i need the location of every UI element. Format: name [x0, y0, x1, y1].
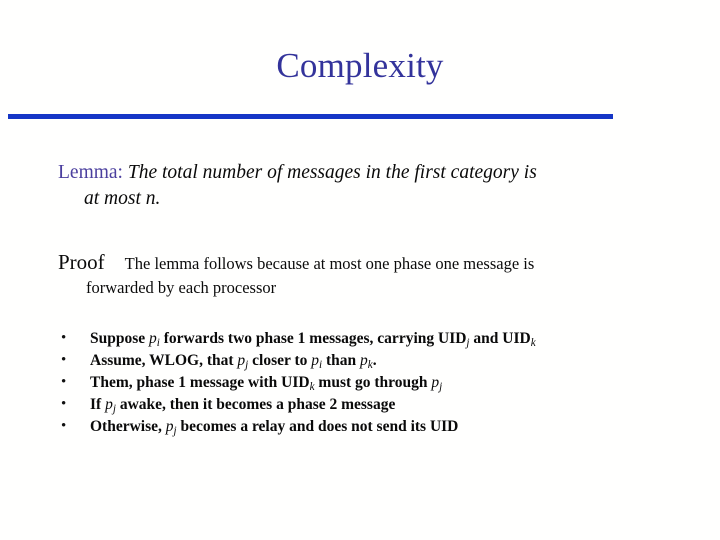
bullet-dot-icon: • — [61, 352, 67, 368]
proof-label: Proof — [58, 250, 105, 274]
bullet-dot-icon: • — [61, 418, 67, 434]
title-divider-rule — [8, 114, 613, 119]
list-item: • If pj awake, then it becomes a phase 2… — [54, 394, 694, 416]
proof-line-1: The lemma follows because at most one ph… — [124, 254, 535, 273]
bullet-dot-icon: • — [61, 330, 67, 346]
bullet-dot-icon: • — [61, 374, 67, 390]
lemma-statement-line-1: The total number of messages in the firs… — [127, 162, 537, 183]
lemma-block: Lemma: The total number of messages in t… — [58, 160, 672, 211]
lemma-statement-line-2: at most n. — [84, 188, 161, 209]
list-item: • Assume, WLOG, that pj closer to pi tha… — [54, 350, 694, 372]
proof-block: Proof The lemma follows because at most o… — [58, 250, 678, 298]
lemma-statement: Lemma: The total number of messages in t… — [58, 160, 672, 211]
bullet-text-1: Assume, WLOG, that pj closer to pi than … — [90, 352, 377, 372]
bullet-text-2: Them, phase 1 message with UIDk must go … — [90, 374, 443, 394]
bullet-text-3: If pj awake, then it becomes a phase 2 m… — [90, 396, 396, 416]
list-item: • Suppose pi forwards two phase 1 messag… — [54, 328, 694, 350]
page-title: Complexity — [276, 46, 444, 85]
bullet-dot-icon: • — [61, 396, 67, 412]
slide-canvas: Complexity Lemma: The total number of me… — [0, 0, 720, 540]
list-item: • Otherwise, pj becomes a relay and does… — [54, 416, 694, 438]
lemma-label: Lemma: — [58, 162, 123, 183]
title-area: Complexity — [0, 46, 720, 86]
bullet-list: • Suppose pi forwards two phase 1 messag… — [54, 328, 694, 438]
list-item: • Them, phase 1 message with UIDk must g… — [54, 372, 694, 394]
bullet-text-0: Suppose pi forwards two phase 1 messages… — [90, 330, 536, 350]
proof-line-2: forwarded by each processor — [86, 278, 277, 297]
bullet-text-4: Otherwise, pj becomes a relay and does n… — [90, 418, 459, 438]
